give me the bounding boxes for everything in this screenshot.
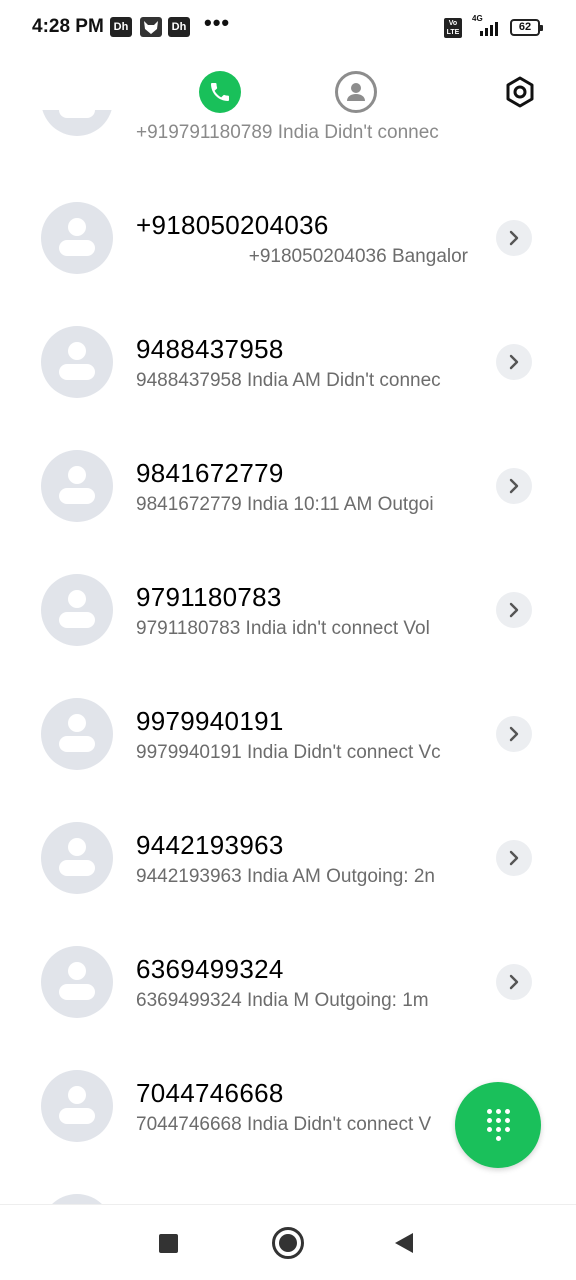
status-bar: 4:28 PM Dh Dh ••• Vo LTE 4G 62	[0, 0, 576, 56]
contact-avatar	[41, 326, 113, 398]
call-log-subtitle: 6369499324 India M Outgoing: 1m	[136, 990, 429, 1011]
contact-avatar	[41, 574, 113, 646]
chevron-right-icon	[509, 478, 519, 494]
settings-icon	[506, 76, 534, 108]
call-log-list[interactable]: +919791180789 India Didn't connec +91805…	[0, 110, 576, 1204]
tab-settings[interactable]	[499, 71, 541, 113]
system-navigation-bar	[0, 1204, 576, 1280]
dialpad-button[interactable]	[455, 1082, 541, 1168]
call-log-number: 9791180783	[136, 582, 282, 612]
status-time: 4:28 PM	[32, 16, 104, 37]
back-icon[interactable]	[395, 1233, 413, 1253]
more-notifications-icon: •••	[204, 10, 231, 35]
call-log-subtitle: +918050204036 Bangalor	[248, 246, 468, 267]
call-log-subtitle: 9979940191 India Didn't connect Vc	[136, 742, 441, 763]
call-details-button[interactable]	[496, 220, 532, 256]
call-log-number: 9841672779	[136, 458, 284, 488]
call-log-number: 9979940191	[136, 706, 284, 736]
contact-avatar	[41, 946, 113, 1018]
dailyhunt-notification-icon: Dh	[110, 17, 132, 37]
call-log-number: 7044746668	[136, 1078, 284, 1108]
contact-avatar	[41, 450, 113, 522]
call-log-number: 6369499324	[136, 954, 284, 984]
chevron-right-icon	[509, 974, 519, 990]
recents-icon[interactable]	[159, 1234, 178, 1253]
call-log-item[interactable]: +919791180789 India Didn't connec	[0, 110, 576, 154]
call-details-button[interactable]	[496, 716, 532, 752]
fox-notification-icon	[140, 17, 162, 37]
dailyhunt-notification-icon: Dh	[168, 17, 190, 37]
chevron-right-icon	[509, 354, 519, 370]
call-log-subtitle: 9488437958 India AM Didn't connec	[136, 370, 441, 391]
call-log-item[interactable]	[0, 1166, 576, 1204]
contact-avatar	[41, 1194, 113, 1204]
chevron-right-icon	[509, 850, 519, 866]
chevron-right-icon	[509, 230, 519, 246]
call-log-number: 9442193963	[136, 830, 284, 860]
call-log-item[interactable]: 9442193963 9442193963 India AM Outgoing:…	[0, 794, 576, 918]
home-icon[interactable]	[272, 1227, 304, 1259]
contact-avatar	[41, 110, 113, 136]
call-log-item[interactable]: +918050204036 +918050204036 Bangalor	[0, 174, 576, 298]
battery-icon: 62	[510, 19, 543, 36]
call-log-item[interactable]: 9841672779 9841672779 India 10:11 AM Out…	[0, 422, 576, 546]
phone-icon	[211, 83, 229, 101]
contact-avatar	[41, 1070, 113, 1142]
tab-phone[interactable]	[199, 71, 241, 113]
contact-avatar	[41, 698, 113, 770]
call-details-button[interactable]	[496, 468, 532, 504]
call-log-subtitle: 9791180783 India idn't connect Vol	[136, 618, 430, 639]
call-log-subtitle: 9442193963 India AM Outgoing: 2n	[136, 866, 435, 887]
signal-icon: 4G	[470, 14, 502, 38]
call-log-subtitle: +919791180789 India Didn't connec	[136, 122, 439, 143]
call-details-button[interactable]	[496, 964, 532, 1000]
call-log-subtitle: 7044746668 India Didn't connect V	[136, 1114, 432, 1135]
chevron-right-icon	[509, 602, 519, 618]
call-log-item[interactable]: 9979940191 9979940191 India Didn't conne…	[0, 670, 576, 794]
call-log-subtitle: 9841672779 India 10:11 AM Outgoi	[136, 494, 434, 515]
call-log-item[interactable]: 6369499324 6369499324 India M Outgoing: …	[0, 918, 576, 1042]
call-details-button[interactable]	[496, 344, 532, 380]
contact-avatar	[41, 202, 113, 274]
call-log-number: 9488437958	[136, 334, 284, 364]
contact-icon	[347, 83, 365, 101]
volte-icon: Vo LTE	[444, 18, 462, 38]
call-details-button[interactable]	[496, 592, 532, 628]
call-log-item[interactable]: 9791180783 9791180783 India idn't connec…	[0, 546, 576, 670]
phone-screen: 4:28 PM Dh Dh ••• Vo LTE 4G 62 +91979118…	[0, 0, 576, 1280]
tab-contacts[interactable]	[335, 71, 377, 113]
call-log-item[interactable]: 9488437958 9488437958 India AM Didn't co…	[0, 298, 576, 422]
call-log-number: +918050204036	[136, 210, 329, 240]
contact-avatar	[41, 822, 113, 894]
chevron-right-icon	[509, 726, 519, 742]
call-details-button[interactable]	[496, 840, 532, 876]
